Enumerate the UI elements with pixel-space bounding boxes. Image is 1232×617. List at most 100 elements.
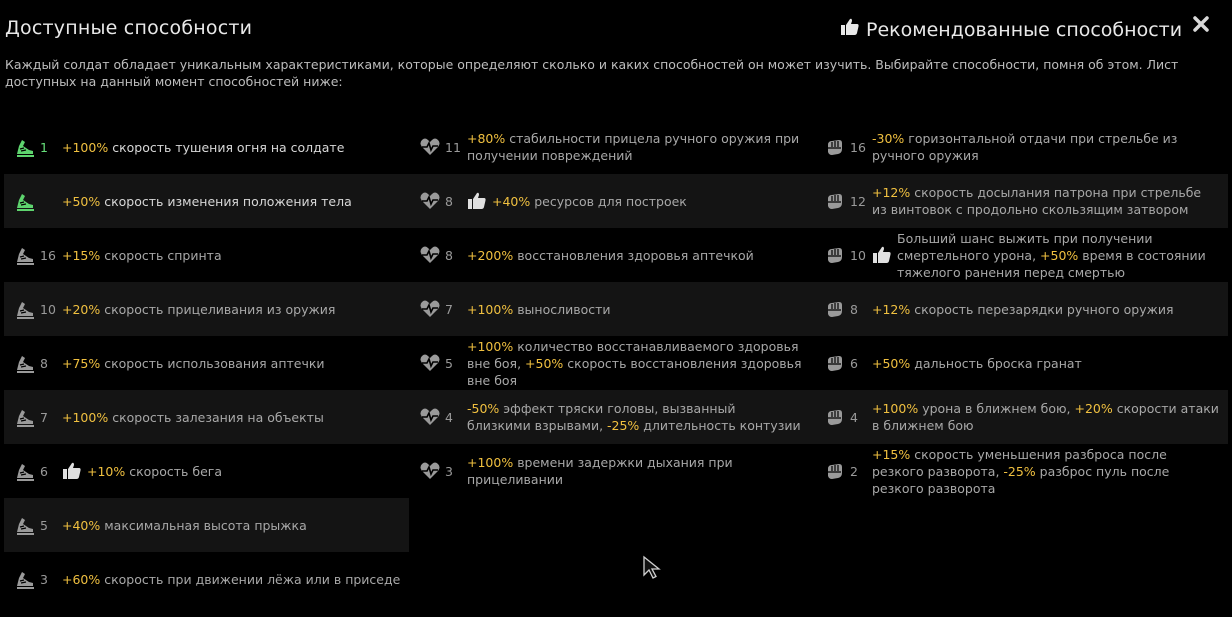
recommended-abilities-label: Рекомендованные способности [866,18,1183,41]
ability-row[interactable]: 6 +50% дальность броска гранат [814,336,1228,390]
ability-row[interactable]: 8 +200% восстановления здоровья аптечкой [409,228,814,282]
ability-description: +50% дальность броска гранат [872,355,1086,372]
ability-text: скорость спринта [100,247,222,263]
ability-row[interactable]: 4 +100% урона в ближнем бою, +20% скорост… [814,390,1228,444]
ability-row[interactable]: 3 +60% скорость при движении лёжа или в п… [4,552,409,606]
ability-row[interactable]: 8 +40% ресурсов для построек [409,174,814,228]
abilities-column-combat: 16 -30% горизонтальной отдачи при стрельб… [814,120,1228,498]
boot-icon [14,244,40,266]
fist-icon [824,460,850,482]
ability-row[interactable]: 1 +100% скорость тушения огня на солдате [4,120,409,174]
ability-description: +100% количество восстанавливаемого здор… [467,338,806,389]
ability-row[interactable]: 8 +75% скорость использования аптечки [4,336,409,390]
ability-bonus-value: -30% [872,131,905,146]
heart-icon [419,190,445,212]
ability-bonus-value: +40% [492,193,531,209]
ability-row[interactable]: 10 +20% скорость прицеливания из оружия [4,282,409,336]
recommended-abilities-heading[interactable]: Рекомендованные способности [840,17,1182,42]
ability-description: +75% скорость использования аптечки [62,355,329,372]
ability-level: 1 [40,139,48,155]
thumbs-up-icon [840,17,860,42]
close-button[interactable] [1190,13,1212,35]
ability-bonus-value: +15% [872,446,911,462]
ability-level: 2 [850,463,858,479]
ability-text: стабильности прицела ручного оружия при … [467,131,800,163]
ability-description: +100% времени задержки дыхания при прице… [467,454,737,488]
ability-description: +10% скорость бега [87,463,226,480]
ability-description: +40% ресурсов для построек [492,193,691,210]
fist-icon [824,244,850,266]
ability-row[interactable]: 6 +10% скорость бега [4,444,409,498]
ability-text: скорость тушения огня на солдате [108,139,345,155]
ability-text: ресурсов для построек [530,193,687,209]
thumbs-up-icon [62,461,84,481]
ability-description: Больший шанс выжить при получении смерте… [897,230,1210,281]
ability-level: 12 [850,193,866,209]
ability-text: дальность броска гранат [910,355,1082,371]
ability-bonus-value: +20% [62,301,101,317]
ability-row[interactable]: 10 Больший шанс выжить при получении смер… [814,228,1228,282]
ability-row[interactable]: 5 +40% максимальная высота прыжка [4,498,409,552]
boot-icon [14,460,40,482]
ability-row[interactable]: 11 +80% стабильности прицела ручного оруж… [409,120,814,174]
ability-level: 16 [850,139,866,155]
boot-icon [14,352,40,374]
fist-icon [824,136,850,158]
ability-description: +50% скорость изменения положения тела [62,193,356,210]
heart-icon [419,406,445,428]
heart-icon [419,136,445,158]
ability-text: скорость изменения положения тела [100,193,352,209]
ability-bonus-value: +80% [467,131,506,146]
ability-row[interactable]: 4 -50% эффект тряски головы, вызванный бл… [409,390,814,444]
ability-bonus-value: +50% [872,355,911,371]
ability-bonus-value: -50% [467,401,500,416]
ability-row[interactable]: 5 +100% количество восстанавливаемого здо… [409,336,814,390]
ability-level: 4 [445,409,453,425]
ability-bonus-value: -25% [607,418,640,433]
ability-bonus-value: +20% [1074,401,1113,416]
ability-description: +100% скорость залезания на объекты [62,409,328,426]
fist-icon [824,406,850,428]
heart-icon [419,352,445,374]
ability-row[interactable]: 2 +15% скорость уменьшения разброса после… [814,444,1228,498]
boot-icon [14,568,40,590]
ability-description: +40% максимальная высота прыжка [62,517,311,534]
ability-description: -50% эффект тряски головы, вызванный бли… [467,400,805,434]
ability-level: 16 [40,247,56,263]
ability-row[interactable]: 7 +100% скорость залезания на объекты [4,390,409,444]
ability-bonus-value: +75% [62,355,101,371]
ability-description: +15% скорость спринта [62,247,226,264]
ability-text: скорость досылания патрона при стрельбе … [872,185,1202,217]
ability-bonus-value: -25% [1003,463,1036,479]
fist-icon [824,352,850,374]
ability-level: 11 [445,139,461,155]
ability-bonus-value: +100% [467,301,514,317]
ability-level: 8 [445,193,453,209]
heart-icon [419,298,445,320]
ability-level: 10 [40,301,56,317]
close-icon [1193,16,1209,32]
heart-icon [419,460,445,482]
ability-row[interactable]: 16 -30% горизонтальной отдачи при стрельб… [814,120,1228,174]
fist-icon [824,190,850,212]
ability-text: скорость залезания на объекты [108,409,324,425]
boot-icon [14,406,40,428]
ability-text: восстановления здоровья аптечкой [513,247,754,263]
ability-description: +20% скорость прицеливания из оружия [62,301,339,318]
ability-row[interactable]: +50% скорость изменения положения тела [4,174,409,228]
ability-level: 7 [445,301,453,317]
ability-row[interactable]: 3 +100% времени задержки дыхания при приц… [409,444,814,498]
ability-bonus-value: +100% [467,455,514,470]
ability-description: +12% скорость перезарядки ручного оружия [872,301,1178,318]
ability-text: скорость перезарядки ручного оружия [910,301,1174,317]
ability-row[interactable]: 7 +100% выносливости [409,282,814,336]
ability-text: длительность контузии [639,418,801,433]
ability-text: скорость бега [125,463,223,479]
ability-row[interactable]: 12 +12% скорость досылания патрона при ст… [814,174,1228,228]
boot-icon [14,190,40,212]
ability-row[interactable]: 16 +15% скорость спринта [4,228,409,282]
ability-level: 8 [850,301,858,317]
ability-row[interactable]: 8 +12% скорость перезарядки ручного оружи… [814,282,1228,336]
ability-bonus-value: +50% [525,355,564,371]
heart-icon [419,244,445,266]
